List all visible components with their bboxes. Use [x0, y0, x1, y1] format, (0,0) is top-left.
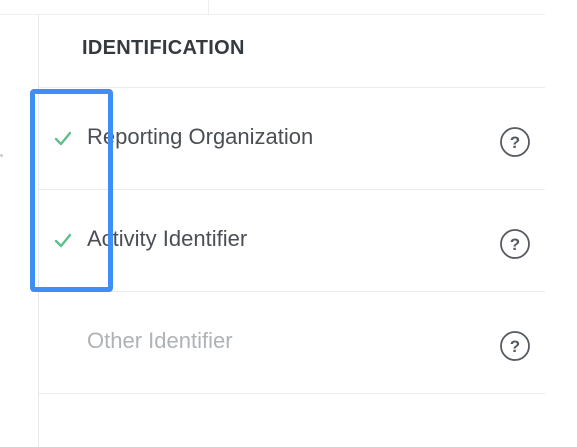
- question-circle-icon[interactable]: ?: [498, 227, 532, 261]
- top-strip: [0, 0, 545, 15]
- rail-dot: [0, 154, 3, 157]
- svg-text:?: ?: [510, 235, 520, 254]
- right-gutter: [545, 0, 577, 447]
- question-circle-icon[interactable]: ?: [498, 125, 532, 159]
- field-label[interactable]: Activity Identifier: [87, 226, 247, 252]
- check-icon: [54, 131, 72, 146]
- field-row-other-identifier[interactable]: Other Identifier ?: [39, 292, 545, 394]
- svg-text:?: ?: [510, 133, 520, 152]
- check-icon: [54, 233, 72, 248]
- field-row-reporting-organization[interactable]: Reporting Organization ?: [39, 88, 545, 190]
- field-label[interactable]: Reporting Organization: [87, 124, 313, 150]
- identification-panel: IDENTIFICATION Reporting Organization ? …: [39, 15, 545, 447]
- svg-text:?: ?: [510, 337, 520, 356]
- left-rail: [0, 15, 39, 447]
- section-title: IDENTIFICATION: [82, 37, 245, 59]
- field-label[interactable]: Other Identifier: [87, 328, 233, 354]
- section-header: IDENTIFICATION: [39, 15, 545, 88]
- field-row-activity-identifier[interactable]: Activity Identifier ?: [39, 190, 545, 292]
- column-divider: [208, 0, 209, 14]
- question-circle-icon[interactable]: ?: [498, 329, 532, 363]
